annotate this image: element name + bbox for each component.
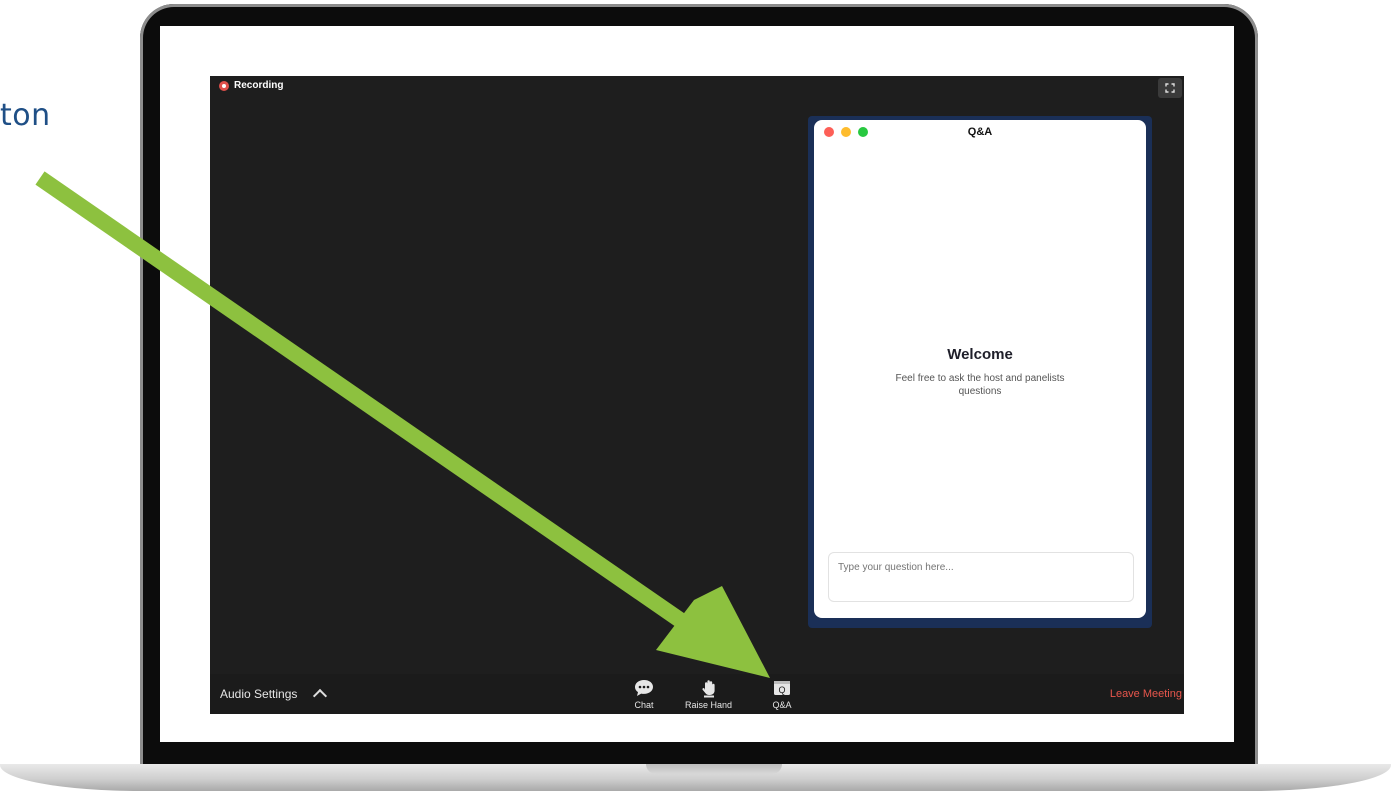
chat-bubble-icon xyxy=(633,678,655,698)
qa-button[interactable]: Q Q&A xyxy=(771,678,793,710)
chat-button[interactable]: Chat xyxy=(633,678,655,710)
raise-hand-label: Raise Hand xyxy=(685,700,733,710)
raise-hand-icon xyxy=(698,678,720,698)
qa-panel-title: Q&A xyxy=(967,126,993,138)
qa-panel-frame: Q&A Welcome Feel free to ask the host an… xyxy=(808,116,1152,628)
svg-text:Q: Q xyxy=(778,685,785,695)
meeting-toolbar: Audio Settings Chat Raise Hand Q Q&A Lea… xyxy=(210,674,1184,714)
chat-label: Chat xyxy=(634,700,654,710)
audio-settings-button[interactable]: Audio Settings xyxy=(220,687,328,704)
recording-label: Recording xyxy=(234,80,284,91)
zoom-meeting-window: Recording Q&A Welcome Feel free to ask t… xyxy=(210,76,1184,714)
chevron-up-icon[interactable] xyxy=(313,688,328,704)
fullscreen-button[interactable] xyxy=(1158,78,1182,98)
qa-label: Q&A xyxy=(772,700,792,710)
welcome-text: Feel free to ask the host and panelists … xyxy=(895,373,1065,397)
question-input[interactable] xyxy=(828,552,1134,602)
audio-settings-label: Audio Settings xyxy=(220,687,298,701)
laptop-notch xyxy=(646,764,782,774)
welcome-title: Welcome xyxy=(947,346,1013,363)
leave-meeting-button[interactable]: Leave Meeting xyxy=(1110,688,1182,700)
fullscreen-icon xyxy=(1165,83,1175,93)
qa-icon: Q xyxy=(771,678,793,698)
qa-panel: Q&A Welcome Feel free to ask the host an… xyxy=(814,120,1146,618)
annotation-caption: ton xyxy=(0,98,51,133)
raise-hand-button[interactable]: Raise Hand xyxy=(685,678,732,710)
recording-dot-icon xyxy=(219,80,229,91)
recording-indicator: Recording xyxy=(219,80,283,91)
